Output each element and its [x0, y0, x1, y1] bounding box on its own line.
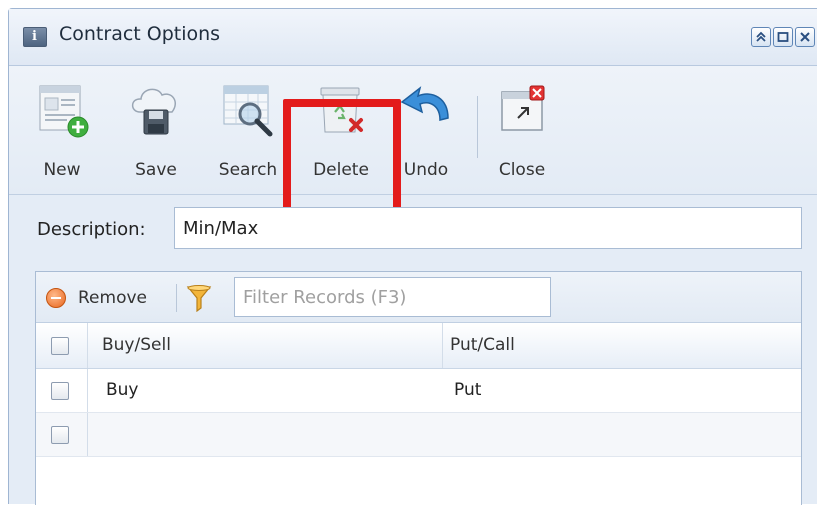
- new-button[interactable]: New: [27, 66, 97, 194]
- row-checkbox-cell: [36, 369, 88, 412]
- maximize-button[interactable]: [773, 27, 793, 47]
- undo-arrow-icon: [400, 86, 449, 121]
- description-label: Description:: [37, 219, 146, 240]
- save-label: Save: [135, 160, 177, 180]
- search-label: Search: [218, 160, 278, 180]
- restore-button[interactable]: [751, 27, 771, 47]
- toolbar-separator: [477, 96, 478, 158]
- close-icon: [800, 32, 810, 42]
- grid-toolbar: Remove: [36, 272, 801, 323]
- search-grid-icon: [223, 85, 273, 137]
- window-controls: [751, 27, 815, 47]
- close-label: Close: [498, 160, 546, 180]
- undo-label: Undo: [403, 160, 449, 180]
- table-row[interactable]: [36, 413, 801, 457]
- info-icon: [23, 27, 47, 47]
- minus-circle-icon: [46, 288, 66, 308]
- close-window-icon: [501, 85, 545, 131]
- search-button[interactable]: Search: [205, 66, 291, 194]
- contract-options-window: Contract Options: [8, 8, 817, 505]
- options-grid: Remove Buy/Sell Put/Call Buy Put: [35, 271, 802, 505]
- description-input[interactable]: [174, 207, 802, 249]
- new-document-icon: [39, 85, 89, 138]
- save-button[interactable]: Save: [121, 66, 191, 194]
- window-title: Contract Options: [59, 23, 221, 45]
- column-divider: [442, 323, 443, 368]
- row-checkbox[interactable]: [51, 425, 69, 444]
- header-checkbox-cell: [36, 323, 88, 368]
- row-checkbox[interactable]: [51, 381, 69, 400]
- funnel-filter-icon[interactable]: [186, 284, 212, 312]
- table-row[interactable]: Buy Put: [36, 369, 801, 413]
- close-window-button[interactable]: [795, 27, 815, 47]
- column-header-buy-sell[interactable]: Buy/Sell: [102, 335, 171, 355]
- maximize-icon: [777, 32, 789, 42]
- new-label: New: [43, 160, 81, 180]
- cloud-save-icon: [131, 88, 176, 135]
- filter-records-input[interactable]: [234, 277, 551, 317]
- main-toolbar: New Save Search Delete Undo Close: [9, 66, 817, 247]
- cell-put-call[interactable]: Put: [454, 380, 481, 400]
- double-chevron-up-icon: [756, 31, 766, 42]
- close-button[interactable]: Close: [487, 66, 557, 194]
- grid-toolbar-separator: [176, 284, 177, 312]
- select-all-checkbox[interactable]: [51, 336, 69, 355]
- row-checkbox-cell: [36, 413, 88, 456]
- title-bar: Contract Options: [9, 9, 817, 66]
- column-header-put-call[interactable]: Put/Call: [450, 335, 515, 355]
- grid-header-row: Buy/Sell Put/Call: [36, 323, 801, 369]
- cell-buy-sell[interactable]: Buy: [106, 380, 139, 400]
- undo-button[interactable]: Undo: [393, 66, 459, 194]
- remove-label: Remove: [78, 288, 147, 308]
